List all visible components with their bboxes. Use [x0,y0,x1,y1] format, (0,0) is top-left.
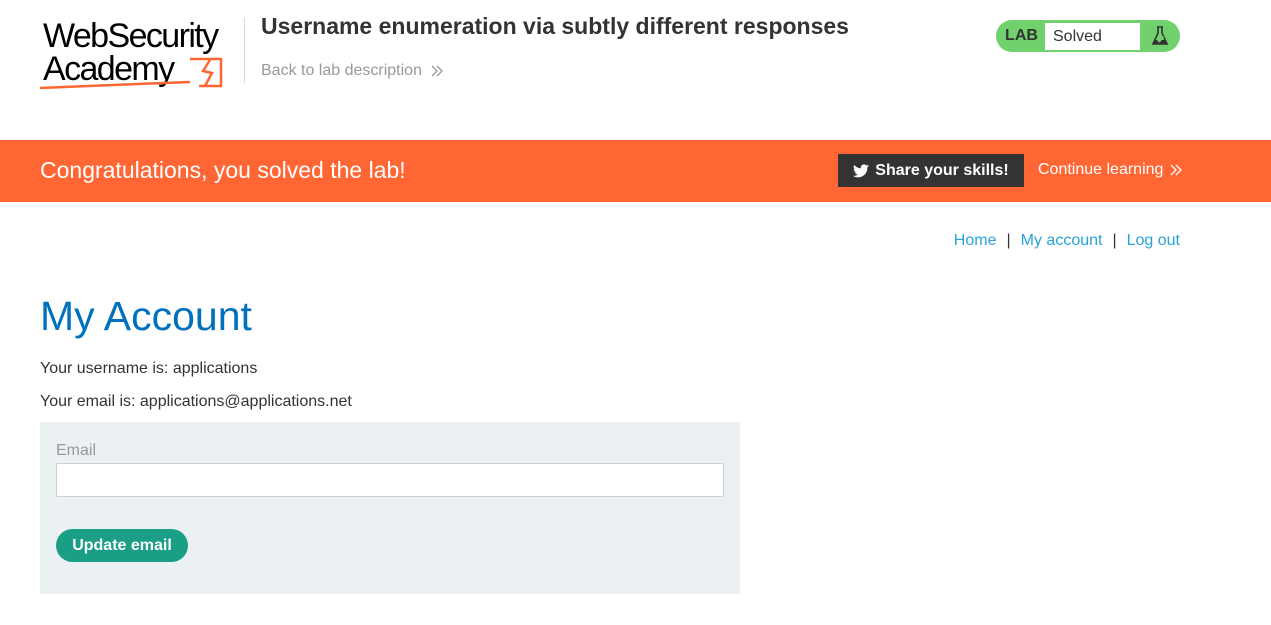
update-email-button[interactable]: Update email [56,529,188,562]
congratulations-message: Congratulations, you solved the lab! [40,157,406,183]
change-email-form: Email Update email [40,422,740,594]
email-field[interactable] [56,463,724,497]
web-security-academy-logo[interactable]: WebSecurity Academy [40,16,245,92]
nav-separator: | [1112,232,1117,249]
nav-separator: | [1006,232,1011,249]
nav-home-link[interactable]: Home [954,232,997,250]
username-info: Your username is: applications [40,360,258,377]
twitter-icon [853,163,870,177]
double-chevron-right-icon [1170,164,1183,176]
nav-my-account-link[interactable]: My account [1021,232,1103,250]
flask-icon [1140,20,1180,52]
lab-title: Username enumeration via subtly differen… [261,13,849,39]
double-chevron-right-icon [431,65,443,77]
lab-header: WebSecurity Academy Username enumeration… [0,0,1271,140]
share-skills-button[interactable]: Share your skills! [838,154,1024,187]
email-info: Your email is: applications@applications… [40,393,352,410]
share-skills-label: Share your skills! [875,161,1009,179]
logo-lightning-icon [40,57,223,90]
nav-logout-link[interactable]: Log out [1127,232,1180,250]
solved-banner: Congratulations, you solved the lab! Sha… [0,140,1271,202]
back-to-lab-description-link[interactable]: Back to lab description [261,62,444,80]
page-title: My Account [40,293,252,339]
continue-learning-label: Continue learning [1038,161,1164,178]
lab-status-widget: LAB Solved [996,20,1180,52]
back-link-label: Back to lab description [261,62,422,79]
lab-tag: LAB [1005,27,1038,44]
email-label: Email [56,442,97,459]
top-navigation: Home | My account | Log out [954,232,1180,250]
lab-status-text: Solved [1045,22,1140,50]
logo-divider [244,18,245,83]
continue-learning-link[interactable]: Continue learning [1038,161,1183,179]
